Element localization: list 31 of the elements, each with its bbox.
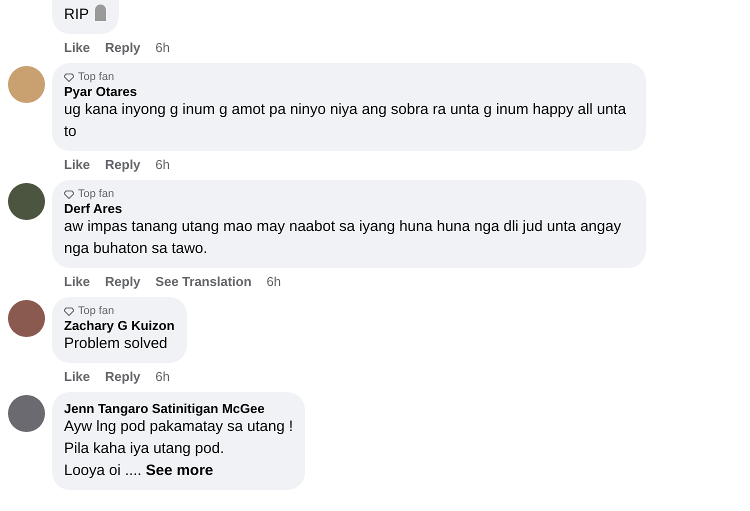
comment-action-link[interactable]: Like: [64, 40, 90, 55]
top-fan-label: Top fan: [78, 188, 114, 200]
comment-text: Ayw lng pod pakamatay sa utang !: [64, 417, 294, 437]
comment-text: ug kana inyong g inum g amot pa ninyo niya ang sobra ra unta g inum happy all unta to: [64, 100, 628, 142]
top-fan-label: Top fan: [78, 305, 114, 317]
comment-text: aw impas tanang utang mao may naabot sa iyang huna huna nga dli jud unta angay nga buhaton sa tawo.: [64, 217, 622, 259]
timestamp[interactable]: 6h: [155, 157, 170, 172]
avatar[interactable]: [8, 395, 45, 432]
top-fan-label: Top fan: [78, 71, 114, 83]
comment-text: Looya oi .... See more: [64, 461, 214, 481]
commenter-name[interactable]: Jenn Tangaro Satinitigan McGee: [64, 401, 265, 416]
comment-text: Pila kaha iya utang pod.: [64, 439, 224, 459]
see-more-link[interactable]: See more: [146, 462, 214, 479]
comment-action-link[interactable]: Like: [64, 274, 90, 289]
comment-action-link[interactable]: Reply: [105, 274, 140, 289]
comment-action-link[interactable]: See Translation: [155, 274, 252, 289]
comment-action-link[interactable]: Reply: [105, 40, 140, 55]
commenter-name[interactable]: Zachary G Kuizon: [64, 318, 175, 333]
comment-action-link[interactable]: Like: [64, 157, 90, 172]
comment-action-link[interactable]: Reply: [105, 369, 140, 384]
comment-text: RIP: [64, 4, 108, 26]
comment-text: Problem solved: [64, 334, 168, 354]
avatar[interactable]: [8, 300, 45, 337]
commenter-name[interactable]: Pyar Otares: [64, 84, 137, 99]
timestamp[interactable]: 6h: [155, 369, 170, 384]
commenter-name[interactable]: Derf Ares: [64, 201, 122, 216]
timestamp[interactable]: 6h: [266, 274, 281, 289]
timestamp[interactable]: 6h: [155, 40, 170, 55]
comment-action-link[interactable]: Reply: [105, 157, 140, 172]
comment-action-link[interactable]: Like: [64, 369, 90, 384]
avatar[interactable]: [8, 183, 45, 220]
